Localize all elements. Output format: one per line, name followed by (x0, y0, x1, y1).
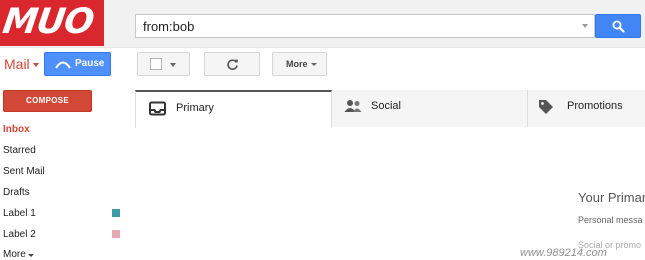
more-caret-icon (311, 63, 317, 66)
tag-icon (539, 100, 553, 114)
sidebar-item-label-1[interactable]: Label 1 (3, 208, 36, 219)
pause-button[interactable]: Pause (44, 52, 111, 76)
more-actions-button[interactable]: More (272, 52, 327, 76)
refresh-button[interactable] (204, 52, 260, 76)
people-icon (344, 100, 362, 112)
tab-promotions[interactable]: Promotions (528, 90, 645, 127)
search-icon (612, 20, 625, 33)
watermark-text: www.989214.com (520, 247, 607, 259)
logo-text: MUO (0, 2, 96, 42)
pause-label: Pause (75, 58, 105, 69)
empty-state-subtitle: Personal messa (578, 215, 643, 225)
mail-menu-caret-icon[interactable] (33, 63, 39, 67)
sidebar-item-inbox[interactable]: Inbox (3, 124, 30, 135)
tab-social-label: Social (371, 100, 401, 112)
tab-primary-label: Primary (176, 102, 214, 114)
mail-menu-label[interactable]: Mail (4, 56, 30, 72)
select-checkbox-button[interactable] (137, 52, 190, 76)
tab-promotions-label: Promotions (567, 100, 623, 112)
select-caret-icon (170, 63, 176, 67)
search-box[interactable]: from:bob (135, 14, 595, 38)
search-options-caret-icon[interactable] (582, 24, 588, 28)
empty-state-title: Your Primar (578, 190, 645, 205)
refresh-icon (227, 59, 238, 70)
compose-button[interactable]: COMPOSE (3, 90, 92, 112)
tab-primary[interactable]: Primary (135, 90, 332, 128)
tab-social[interactable]: Social (332, 90, 528, 127)
top-header: MUO from:bob (0, 0, 645, 48)
muo-logo[interactable]: MUO (0, 0, 104, 46)
inbox-tray-icon (149, 101, 166, 116)
label-1-color-swatch[interactable] (112, 209, 120, 217)
search-button[interactable] (595, 14, 641, 38)
category-tabs: Primary Social Promotions (135, 90, 645, 128)
sidebar-item-label-2[interactable]: Label 2 (3, 229, 36, 240)
sidebar-item-starred[interactable]: Starred (3, 145, 36, 156)
label-2-color-swatch[interactable] (112, 230, 120, 238)
sidebar-item-sent-mail[interactable]: Sent Mail (3, 166, 45, 177)
sidebar-more-caret-icon (28, 254, 34, 257)
search-input[interactable]: from:bob (143, 19, 194, 34)
pause-wave-icon (55, 61, 71, 69)
select-all-checkbox[interactable] (150, 58, 162, 70)
sidebar-item-more[interactable]: More (3, 249, 26, 260)
sidebar-item-drafts[interactable]: Drafts (3, 187, 30, 198)
more-actions-label: More (286, 59, 308, 69)
